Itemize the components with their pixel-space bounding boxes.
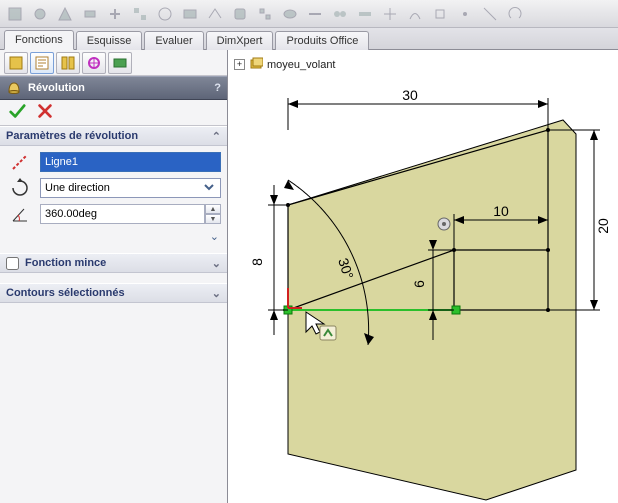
tool-button[interactable]	[29, 3, 51, 25]
workspace: Révolution ? Paramètres de révolution ⌃	[0, 50, 618, 503]
direction-row: Une direction	[6, 178, 221, 198]
tab-evaluer[interactable]: Evaluer	[144, 31, 203, 50]
svg-text:30: 30	[402, 87, 418, 103]
tab-fonctions[interactable]: Fonctions	[4, 30, 74, 50]
tool-button[interactable]	[229, 3, 251, 25]
chevron-up-icon: ⌃	[212, 130, 221, 143]
tool-button[interactable]	[354, 3, 376, 25]
tool-button[interactable]	[479, 3, 501, 25]
feature-title-bar: Révolution ?	[0, 76, 227, 100]
tool-button[interactable]	[79, 3, 101, 25]
thin-header-label: Fonction mince	[25, 257, 106, 269]
property-manager-panel: Révolution ? Paramètres de révolution ⌃	[0, 50, 228, 503]
configuration-tab-icon[interactable]	[56, 52, 80, 74]
confirm-row	[0, 100, 227, 126]
chevron-down-icon[interactable]: ⌄	[210, 230, 219, 243]
cancel-button[interactable]	[36, 102, 54, 123]
panel-tab-row	[0, 50, 227, 76]
svg-text:8: 8	[249, 258, 265, 266]
tab-dimxpert[interactable]: DimXpert	[206, 31, 274, 50]
tool-button[interactable]	[404, 3, 426, 25]
tool-button[interactable]	[429, 3, 451, 25]
axis-icon	[6, 152, 34, 172]
tab-esquisse[interactable]: Esquisse	[76, 31, 143, 50]
tool-button[interactable]	[154, 3, 176, 25]
tool-button[interactable]	[4, 3, 26, 25]
help-button[interactable]: ?	[214, 82, 221, 94]
dim-left-height[interactable]: 8	[249, 185, 288, 335]
params-header[interactable]: Paramètres de révolution ⌃	[0, 126, 227, 146]
tool-button[interactable]	[379, 3, 401, 25]
params-body: Une direction ▲ ▼	[0, 146, 227, 253]
svg-text:10: 10	[493, 203, 509, 219]
tab-produits-office[interactable]: Produits Office	[275, 31, 369, 50]
contours-header[interactable]: Contours sélectionnés ⌄	[0, 283, 227, 303]
property-manager-tab-icon[interactable]	[30, 52, 54, 74]
direction-combo[interactable]: Une direction	[40, 178, 221, 198]
chevron-down-icon: ⌄	[212, 287, 221, 300]
feature-tree-tab-icon[interactable]	[4, 52, 28, 74]
chevron-down-icon: ⌄	[212, 257, 221, 270]
model-drawing: 30 20 10	[228, 50, 618, 503]
dim-top-width[interactable]: 30	[288, 87, 548, 130]
tool-button[interactable]	[179, 3, 201, 25]
tool-button[interactable]	[104, 3, 126, 25]
direction-combo-value: Une direction	[45, 182, 110, 194]
dimxpert-tab-icon[interactable]	[82, 52, 106, 74]
axis-row	[6, 152, 221, 172]
angle-spin: ▲ ▼	[40, 204, 221, 224]
feature-title-text: Révolution	[28, 82, 85, 94]
tool-button[interactable]	[204, 3, 226, 25]
contours-header-label: Contours sélectionnés	[6, 287, 125, 299]
main-toolbar	[0, 0, 618, 28]
reverse-direction-icon[interactable]	[6, 178, 34, 198]
axis-selection-field[interactable]	[40, 152, 221, 172]
chevron-down-icon	[202, 180, 216, 197]
display-tab-icon[interactable]	[108, 52, 132, 74]
angle-row: ▲ ▼	[6, 204, 221, 224]
tool-button[interactable]	[254, 3, 276, 25]
tool-button[interactable]	[54, 3, 76, 25]
tool-button[interactable]	[304, 3, 326, 25]
svg-text:6: 6	[411, 280, 427, 288]
ok-button[interactable]	[8, 102, 26, 123]
angle-spin-up[interactable]: ▲	[205, 204, 221, 214]
cursor-icon	[304, 310, 338, 347]
graphics-area[interactable]: + moyeu_volant	[228, 50, 618, 503]
tool-button[interactable]	[279, 3, 301, 25]
tool-button[interactable]	[454, 3, 476, 25]
revolve-icon	[6, 79, 22, 98]
thin-header[interactable]: Fonction mince ⌄	[0, 253, 227, 273]
tool-button[interactable]	[129, 3, 151, 25]
angle-input[interactable]	[40, 204, 205, 224]
svg-text:20: 20	[595, 218, 611, 234]
command-manager-tabs: Fonctions Esquisse Evaluer DimXpert Prod…	[0, 28, 618, 50]
angle-spin-down[interactable]: ▼	[205, 214, 221, 224]
tool-button[interactable]	[329, 3, 351, 25]
thin-checkbox[interactable]	[6, 257, 19, 270]
angle-icon	[6, 204, 34, 224]
thin-checkbox-wrap: Fonction mince	[6, 257, 106, 270]
tool-button[interactable]	[504, 3, 526, 25]
params-header-label: Paramètres de révolution	[6, 130, 138, 142]
